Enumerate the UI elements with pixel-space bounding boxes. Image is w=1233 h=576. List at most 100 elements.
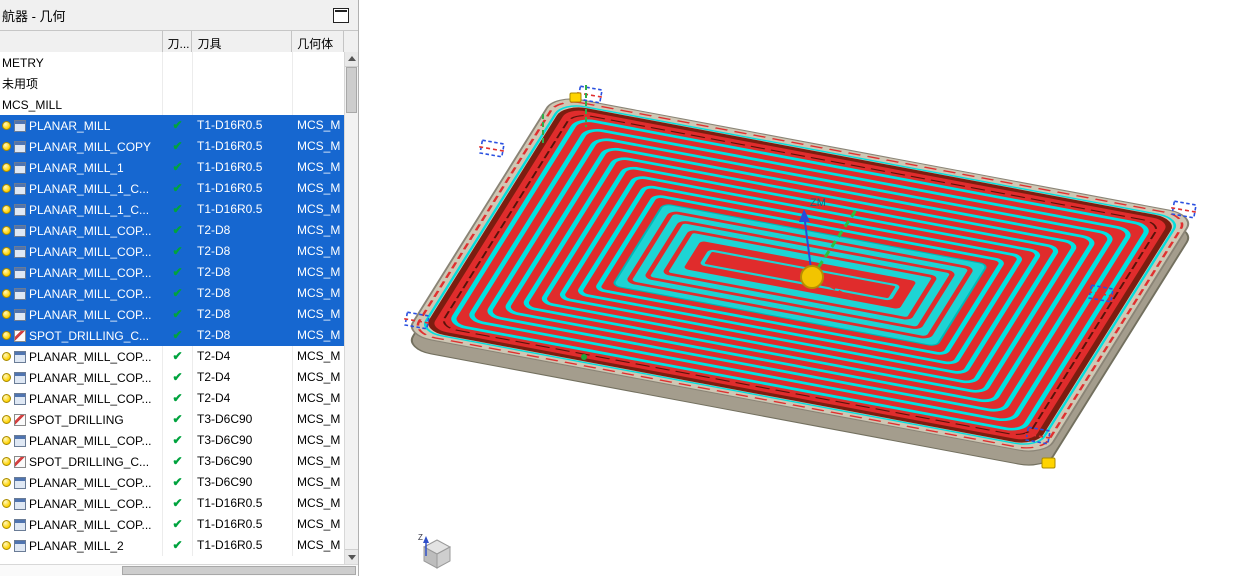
point-marker: [581, 354, 587, 360]
table-row[interactable]: PLANAR_MILL ✔ T1-D16R0.5 MCS_M: [0, 115, 345, 136]
name-cell: PLANAR_MILL_1_C...: [0, 178, 163, 199]
check-icon: ✔: [172, 433, 183, 447]
toolpath-cell: ✔: [163, 409, 193, 430]
operation-navigator-panel: 航器 - 几何 刀... 刀具 几何体 METRY 未用项 MCS_MILL P…: [0, 0, 359, 576]
check-icon: ✔: [172, 244, 183, 258]
tool-cell: T1-D16R0.5: [193, 157, 293, 178]
operation-name: PLANAR_MILL_1_C...: [29, 202, 150, 217]
lightbulb-icon: [2, 415, 11, 424]
operation-icon: [14, 308, 26, 321]
column-header-toolpath[interactable]: 刀...: [163, 31, 193, 53]
name-cell: PLANAR_MILL_1_C...: [0, 199, 163, 220]
check-icon: ✔: [172, 412, 183, 426]
table-row[interactable]: PLANAR_MILL_COP... ✔ T2-D8 MCS_M: [0, 304, 345, 325]
table-row[interactable]: PLANAR_MILL_1 ✔ T1-D16R0.5 MCS_M: [0, 157, 345, 178]
lightbulb-icon: [2, 268, 11, 277]
operation-name: PLANAR_MILL_COP...: [29, 244, 152, 259]
check-icon: ✔: [172, 475, 183, 489]
table-row[interactable]: SPOT_DRILLING_C... ✔ T3-D6C90 MCS_M: [0, 451, 345, 472]
lightbulb-icon: [2, 142, 11, 151]
table-row[interactable]: PLANAR_MILL_COP... ✔ T2-D8 MCS_M: [0, 283, 345, 304]
restore-button[interactable]: [333, 7, 349, 23]
name-cell: PLANAR_MILL_COP...: [0, 472, 163, 493]
toolpath-cell: [163, 52, 193, 73]
vertical-scrollbar-thumb[interactable]: [346, 67, 357, 113]
operation-name: SPOT_DRILLING_C...: [29, 454, 150, 469]
check-icon: ✔: [172, 139, 183, 153]
table-header: 刀... 刀具 几何体: [0, 31, 358, 54]
lightbulb-icon: [2, 163, 11, 172]
table-row[interactable]: SPOT_DRILLING_C... ✔ T2-D8 MCS_M: [0, 325, 345, 346]
name-cell: MCS_MILL: [0, 94, 163, 115]
check-icon: ✔: [172, 118, 183, 132]
lightbulb-icon: [2, 247, 11, 256]
table-row[interactable]: PLANAR_MILL_1_C... ✔ T1-D16R0.5 MCS_M: [0, 199, 345, 220]
table-row[interactable]: 未用项: [0, 73, 345, 94]
geometry-cell: [293, 73, 345, 94]
lightbulb-icon: [2, 205, 11, 214]
table-row[interactable]: PLANAR_MILL_COP... ✔ T2-D4 MCS_M: [0, 346, 345, 367]
horizontal-scrollbar[interactable]: [0, 564, 358, 576]
toolpath-cell: ✔: [163, 262, 193, 283]
operation-icon: [14, 161, 26, 174]
lightbulb-icon: [2, 520, 11, 529]
geometry-cell: MCS_M: [293, 136, 345, 157]
operation-icon: [14, 413, 26, 426]
column-header-geometry[interactable]: 几何体: [292, 31, 345, 53]
lightbulb-icon: [2, 478, 11, 487]
tool-cell: T3-D6C90: [193, 451, 293, 472]
table-row[interactable]: METRY: [0, 52, 345, 73]
operation-icon: [14, 350, 26, 363]
column-header-name[interactable]: [0, 31, 163, 53]
name-cell: PLANAR_MILL_COP...: [0, 304, 163, 325]
geometry-cell: MCS_M: [297, 517, 341, 531]
operation-name: PLANAR_MILL_COP...: [29, 223, 152, 238]
operation-name: PLANAR_MILL_COP...: [29, 307, 152, 322]
table-row[interactable]: PLANAR_MILL_COP... ✔ T2-D4 MCS_M: [0, 367, 345, 388]
toolpath-cell: ✔: [163, 199, 193, 220]
scroll-up-arrow-icon[interactable]: [345, 52, 358, 67]
table-row[interactable]: PLANAR_MILL_COPY ✔ T1-D16R0.5 MCS_M: [0, 136, 345, 157]
panel-title: 航器 - 几何: [2, 8, 66, 24]
operation-icon: [14, 329, 26, 342]
operation-icon: [14, 140, 26, 153]
operation-icon: [14, 392, 26, 405]
table-row[interactable]: PLANAR_MILL_COP... ✔ T2-D8 MCS_M: [0, 220, 345, 241]
table-row[interactable]: PLANAR_MILL_COP... ✔ T1-D16R0.5 MCS_M: [0, 514, 345, 535]
operation-name: PLANAR_MILL_COP...: [29, 517, 152, 532]
table-row[interactable]: PLANAR_MILL_2 ✔ T1-D16R0.5 MCS_M: [0, 535, 345, 556]
check-icon: ✔: [172, 307, 183, 321]
name-cell: PLANAR_MILL_2: [0, 535, 163, 556]
lightbulb-icon: [2, 331, 11, 340]
table-row[interactable]: MCS_MILL: [0, 94, 345, 115]
scroll-down-arrow-icon[interactable]: [345, 549, 358, 564]
operation-icon: [14, 434, 26, 447]
name-cell: PLANAR_MILL_COP...: [0, 430, 163, 451]
table-row[interactable]: PLANAR_MILL_COP... ✔ T2-D8 MCS_M: [0, 262, 345, 283]
table-row[interactable]: PLANAR_MILL_COP... ✔ T3-D6C90 MCS_M: [0, 430, 345, 451]
table-row[interactable]: PLANAR_MILL_1_C... ✔ T1-D16R0.5 MCS_M: [0, 178, 345, 199]
table-row[interactable]: SPOT_DRILLING ✔ T3-D6C90 MCS_M: [0, 409, 345, 430]
column-header-tool[interactable]: 刀具: [192, 31, 293, 53]
table-row[interactable]: PLANAR_MILL_COP... ✔ T2-D8 MCS_M: [0, 241, 345, 262]
table-row[interactable]: PLANAR_MILL_COP... ✔ T1-D16R0.5 MCS_M: [0, 493, 345, 514]
viewport-3d[interactable]: ZM Z: [360, 0, 1233, 576]
lightbulb-icon: [2, 373, 11, 382]
tool-cell: T2-D8: [193, 325, 293, 346]
tool-cell: [193, 94, 293, 115]
toolpath-cell: ✔: [163, 136, 193, 157]
panel-titlebar: 航器 - 几何: [0, 0, 358, 31]
table-row[interactable]: PLANAR_MILL_COP... ✔ T2-D4 MCS_M: [0, 388, 345, 409]
horizontal-scrollbar-thumb[interactable]: [122, 566, 356, 575]
rows: METRY 未用项 MCS_MILL PLANAR_MILL ✔ T1-D16R…: [0, 52, 345, 564]
geometry-cell: [293, 52, 345, 73]
vertical-scrollbar[interactable]: [344, 52, 358, 564]
geometry-cell: MCS_M: [297, 370, 341, 384]
operation-name: PLANAR_MILL_COP...: [29, 265, 152, 280]
view-orientation-cube[interactable]: Z: [418, 533, 452, 569]
tool-cell: T2-D4: [193, 388, 293, 409]
table-row[interactable]: PLANAR_MILL_COP... ✔ T3-D6C90 MCS_M: [0, 472, 345, 493]
geometry-cell: MCS_M: [293, 157, 345, 178]
toolpath-cell: ✔: [163, 115, 193, 136]
operation-name: PLANAR_MILL_COP...: [29, 286, 152, 301]
